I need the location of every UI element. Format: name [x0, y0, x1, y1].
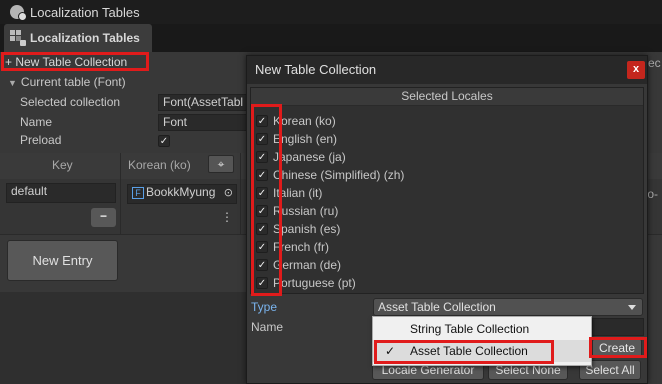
window-titlebar: Localization Tables — [0, 0, 662, 24]
locale-checkbox[interactable]: ✓ — [256, 133, 268, 145]
dialog-name-label: Name — [251, 320, 284, 334]
locale-checkbox[interactable]: ✓ — [256, 115, 268, 127]
column-divider — [120, 153, 121, 235]
locale-label: Italian (it) — [273, 186, 323, 200]
name-field[interactable]: Font — [158, 114, 248, 131]
locale-item[interactable]: ✓ Korean (ko) — [256, 112, 336, 130]
locale-checkbox[interactable]: ✓ — [256, 187, 268, 199]
locale-item[interactable]: ✓ Russian (ru) — [256, 202, 338, 220]
locale-label: Spanish (es) — [273, 222, 341, 236]
object-picker-icon[interactable]: ⊙ — [224, 186, 233, 201]
selected-locales-header: Selected Locales — [251, 88, 643, 106]
selected-collection-field[interactable]: Font(AssetTabl — [158, 94, 248, 111]
chevron-down-icon — [628, 305, 636, 310]
locale-item[interactable]: ✓ Japanese (ja) — [256, 148, 346, 166]
locale-item[interactable]: ✓ Italian (it) — [256, 184, 322, 202]
locale-checkbox[interactable]: ✓ — [256, 169, 268, 181]
locale-checkbox[interactable]: ✓ — [256, 223, 268, 235]
option-label: Asset Table Collection — [410, 344, 528, 358]
new-entry-button[interactable]: New Entry — [7, 240, 118, 281]
current-table-foldout[interactable]: ▼ Current table (Font) — [8, 73, 126, 91]
name-label: Name — [20, 115, 53, 129]
locale-label: English (en) — [273, 132, 338, 146]
column-divider — [240, 153, 241, 235]
locale-label: Portuguese (pt) — [273, 276, 356, 290]
locale-label: French (fr) — [273, 240, 330, 254]
type-option-asset[interactable]: ✓ Asset Table Collection — [373, 340, 591, 362]
localization-grid-icon — [10, 30, 26, 46]
key-field[interactable]: default — [6, 183, 116, 203]
preload-checkbox[interactable]: ✓ — [158, 135, 170, 147]
locale-item[interactable]: ✓ French (fr) — [256, 238, 329, 256]
locale-item[interactable]: ✓ German (de) — [256, 256, 341, 274]
locale-item[interactable]: ✓ Portuguese (pt) — [256, 274, 356, 292]
locale-item[interactable]: ✓ Spanish (es) — [256, 220, 340, 238]
preload-label: Preload — [20, 133, 62, 147]
lower-panel — [0, 292, 250, 384]
window-title: Localization Tables — [30, 4, 140, 20]
option-label: String Table Collection — [410, 322, 530, 336]
type-dropdown[interactable]: Asset Table Collection — [373, 298, 643, 316]
font-asset-icon: F — [132, 186, 144, 199]
locale-item[interactable]: ✓ Chinese (Simplified) (zh) — [256, 166, 404, 184]
partial-text-right: ec — [648, 56, 661, 70]
current-table-label: Current table (Font) — [20, 75, 126, 89]
dialog-close-button[interactable]: x — [627, 61, 645, 79]
locale-checkbox[interactable]: ✓ — [256, 259, 268, 271]
type-label: Type — [251, 300, 278, 314]
font-object-label: BookkMyung — [146, 185, 216, 199]
locale-label: Chinese (Simplified) (zh) — [273, 168, 405, 182]
column-korean: Korean (ko) — [128, 158, 191, 172]
locale-metadata-button[interactable]: ⌖ — [208, 155, 234, 173]
new-table-collection-button[interactable]: + New Table Collection — [5, 54, 145, 70]
dialog-name-field[interactable] — [592, 318, 644, 336]
font-object-field[interactable]: F BookkMyung ⊙ — [127, 184, 237, 204]
locale-item[interactable]: ✓ English (en) — [256, 130, 337, 148]
type-dropdown-value: Asset Table Collection — [378, 300, 496, 314]
locale-label: Japanese (ja) — [273, 150, 346, 164]
dialog-title: New Table Collection — [247, 56, 647, 84]
locale-label: German (de) — [273, 258, 342, 272]
type-option-string[interactable]: String Table Collection — [373, 318, 591, 340]
more-options-icon[interactable]: ⋮ — [221, 210, 233, 224]
tab-localization-tables[interactable]: Localization Tables — [4, 24, 152, 52]
locale-checkbox[interactable]: ✓ — [256, 277, 268, 289]
locale-checkbox[interactable]: ✓ — [256, 151, 268, 163]
column-key: Key — [52, 158, 73, 172]
locale-label: Korean (ko) — [273, 114, 336, 128]
locale-label: Russian (ru) — [273, 204, 339, 218]
locale-pin-icon: ⌖ — [217, 157, 225, 171]
locale-checkbox[interactable]: ✓ — [256, 241, 268, 253]
option-check-icon: ✓ — [385, 344, 396, 358]
locale-checkbox[interactable]: ✓ — [256, 205, 268, 217]
unity-gear-icon — [10, 5, 27, 21]
create-button[interactable]: Create — [592, 339, 642, 357]
remove-entry-button[interactable]: − — [91, 208, 116, 227]
tab-label: Localization Tables — [30, 31, 140, 45]
selected-collection-label: Selected collection — [20, 95, 121, 109]
